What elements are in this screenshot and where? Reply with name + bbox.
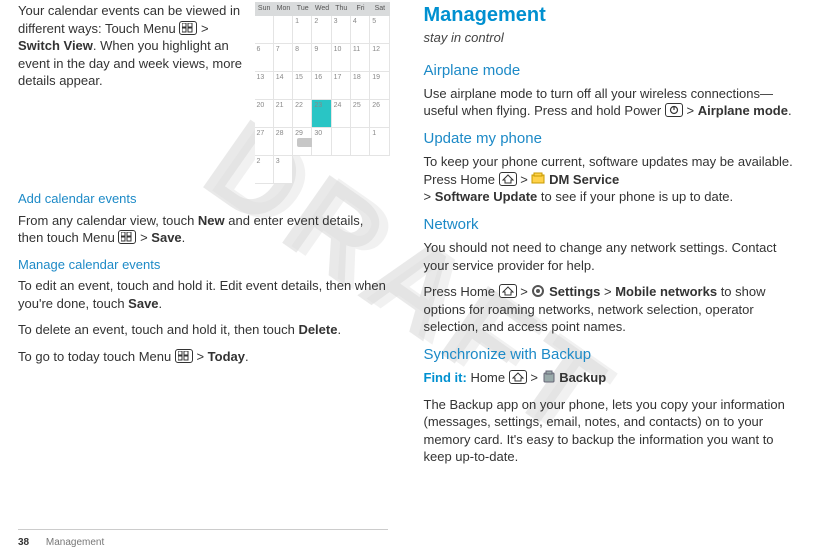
cal-cell: 4: [351, 16, 370, 44]
cal-cell: 16: [312, 72, 331, 100]
sync-body: The Backup app on your phone, lets you c…: [424, 396, 796, 466]
update-body: To keep your phone current, software upd…: [424, 153, 796, 206]
cal-cell: 28: [274, 128, 293, 156]
cal-cell: 24: [332, 100, 351, 128]
cal-cell: 8: [293, 44, 312, 72]
dm-service-icon: [531, 172, 545, 186]
heading-add-events: Add calendar events: [18, 190, 390, 208]
cal-cell: 30: [312, 128, 331, 156]
network-body-1: You should not need to change any networ…: [424, 239, 796, 274]
cal-cell: 23: [312, 100, 331, 128]
cal-cell: [255, 16, 274, 44]
menu-icon: [175, 349, 193, 363]
section-title: Management: [424, 2, 796, 29]
heading-manage-events: Manage calendar events: [18, 256, 390, 274]
cal-day-header: Thu: [332, 2, 351, 16]
home-icon: [499, 172, 517, 186]
cal-cell: 27: [255, 128, 274, 156]
cal-cell: 18: [351, 72, 370, 100]
network-body-2: Press Home > Settings > Mobile networks …: [424, 283, 796, 336]
cal-cell: 1: [370, 128, 389, 156]
cal-cell: 21: [274, 100, 293, 128]
edit-event-body: To edit an event, touch and hold it. Edi…: [18, 277, 390, 312]
cal-cell: [332, 128, 351, 156]
home-icon: [509, 370, 527, 384]
cal-day-header: Sun: [255, 2, 274, 16]
cal-cell: 6: [255, 44, 274, 72]
cal-cell: 10: [332, 44, 351, 72]
cal-day-header: Fri: [351, 2, 370, 16]
cal-cell: [351, 128, 370, 156]
cal-cell: 5: [370, 16, 389, 44]
cal-day-header: Mon: [274, 2, 293, 16]
heading-network: Network: [424, 215, 796, 235]
cal-day-header: Tue: [293, 2, 312, 16]
cal-cell: 1: [293, 16, 312, 44]
power-icon: [665, 103, 683, 117]
delete-event-body: To delete an event, touch and hold it, t…: [18, 321, 390, 339]
home-icon: [499, 284, 517, 298]
heading-update: Update my phone: [424, 129, 796, 149]
cal-cell: 14: [274, 72, 293, 100]
cal-cell: 22: [293, 100, 312, 128]
cal-cell: 20: [255, 100, 274, 128]
settings-icon: [531, 284, 545, 298]
intro-paragraph: Your calendar events can be viewed in di…: [18, 2, 245, 90]
menu-icon: [179, 21, 197, 35]
cal-cell: 3: [332, 16, 351, 44]
add-events-body: From any calendar view, touch New and en…: [18, 212, 390, 247]
cal-cell: 29: [293, 128, 312, 156]
cal-cell: 12: [370, 44, 389, 72]
calendar-thumbnail: SunMonTueWedThuFriSat 123456789101112131…: [255, 2, 390, 184]
cal-cell: 13: [255, 72, 274, 100]
cal-cell: 17: [332, 72, 351, 100]
page-number: 38: [18, 537, 29, 548]
cal-cell: 25: [351, 100, 370, 128]
sync-find-it: Find it: Home > Backup: [424, 369, 796, 387]
menu-icon: [118, 230, 136, 244]
cal-cell: 9: [312, 44, 331, 72]
heading-airplane: Airplane mode: [424, 61, 796, 81]
cal-cell: 15: [293, 72, 312, 100]
cal-day-header: Sat: [370, 2, 389, 16]
cal-cell: 2: [255, 156, 274, 184]
page-footer: 38 Management: [18, 529, 388, 550]
cal-cell: 26: [370, 100, 389, 128]
today-body: To go to today touch Menu > Today.: [18, 348, 390, 366]
page-body: Your calendar events can be viewed in di…: [0, 0, 813, 520]
left-column: Your calendar events can be viewed in di…: [18, 0, 390, 520]
right-column: Management stay in control Airplane mode…: [424, 0, 796, 520]
section-subtitle: stay in control: [424, 29, 796, 47]
cal-day-header: Wed: [312, 2, 331, 16]
backup-icon: [542, 370, 556, 384]
footer-section: Management: [46, 537, 104, 548]
cal-cell: 11: [351, 44, 370, 72]
cal-cell: 3: [274, 156, 293, 184]
airplane-body: Use airplane mode to turn off all your w…: [424, 85, 796, 120]
cal-cell: 2: [312, 16, 331, 44]
heading-sync: Synchronize with Backup: [424, 345, 796, 365]
cal-cell: 7: [274, 44, 293, 72]
cal-cell: [274, 16, 293, 44]
cal-cell: 19: [370, 72, 389, 100]
